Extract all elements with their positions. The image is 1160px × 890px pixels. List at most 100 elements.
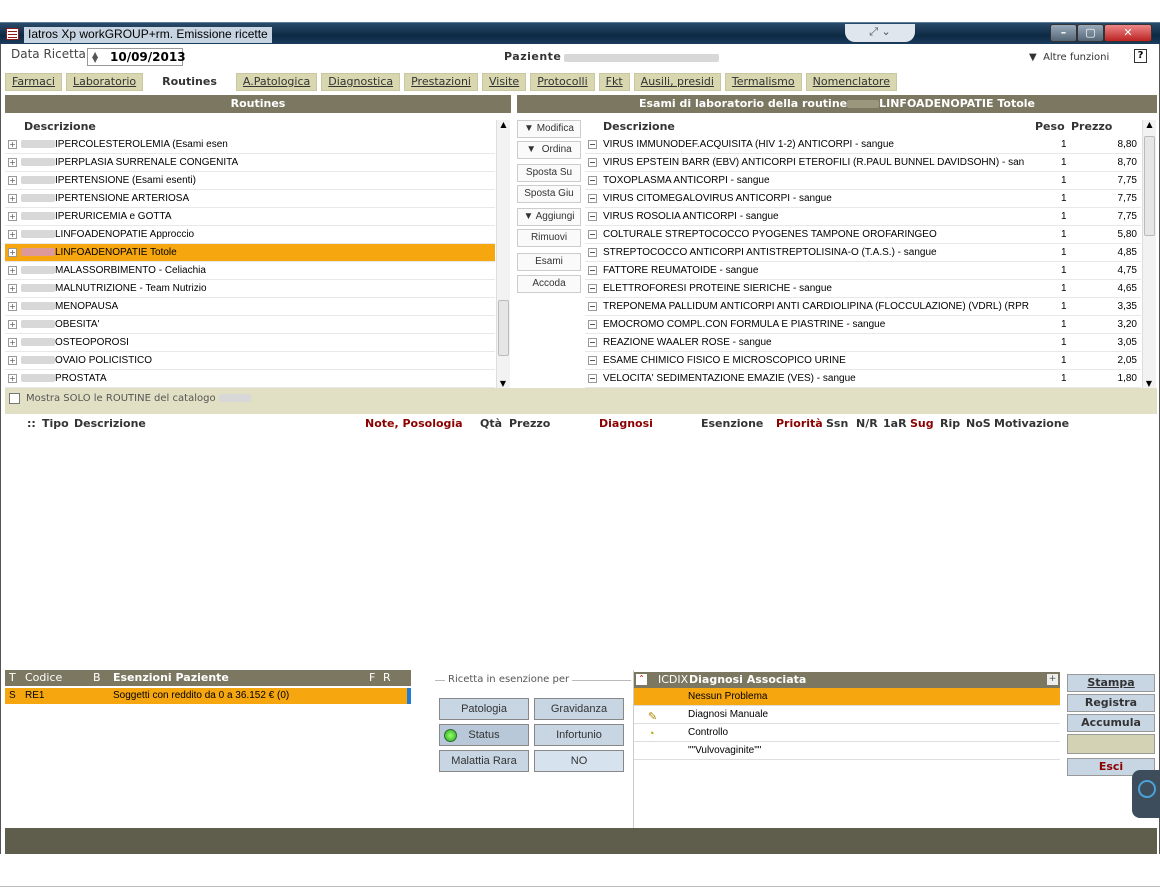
exam-row[interactable]: COLTURALE STREPTOCOCCO PYOGENES TAMPONE …: [585, 226, 1141, 244]
accoda-button[interactable]: Accoda: [517, 275, 581, 293]
exams-col-descrizione[interactable]: Descrizione: [603, 120, 675, 133]
modifica-button[interactable]: ▼ Modifica: [517, 120, 581, 138]
rimuovi-button[interactable]: Rimuovi: [517, 229, 581, 247]
diagnosi-row[interactable]: ◔ Controllo: [634, 724, 1060, 742]
expand-icon[interactable]: +: [8, 284, 17, 293]
tab-fkt[interactable]: Fkt: [598, 73, 630, 91]
collapse-icon[interactable]: [588, 248, 597, 257]
expand-icon[interactable]: +: [8, 266, 17, 275]
diagnosi-row[interactable]: Nessun Problema: [634, 688, 1060, 706]
exam-row[interactable]: VIRUS ROSOLIA ANTICORPI - sangue 1 7,75: [585, 208, 1141, 226]
rx-col-nos[interactable]: NoS: [966, 417, 991, 430]
rx-col-motivazione[interactable]: Motivazione: [994, 417, 1069, 430]
spinner-icon[interactable]: ▲ ▼: [92, 51, 98, 64]
scroll-up-icon[interactable]: ▲: [497, 120, 510, 129]
expand-icon[interactable]: +: [8, 338, 17, 347]
scroll-thumb[interactable]: [1144, 136, 1155, 236]
exams-col-prezzo[interactable]: Prezzo: [1071, 120, 1112, 133]
patologia-button[interactable]: Patologia: [439, 698, 529, 720]
collapse-icon[interactable]: [588, 266, 597, 275]
rx-col-sug[interactable]: Sug: [910, 417, 934, 430]
exam-row[interactable]: TOXOPLASMA ANTICORPI - sangue 1 7,75: [585, 172, 1141, 190]
collapse-icon[interactable]: [588, 230, 597, 239]
tab-visite[interactable]: Visite: [481, 73, 527, 91]
tab-farmaci[interactable]: Farmaci: [5, 73, 62, 91]
exam-row[interactable]: TREPONEMA PALLIDUM ANTICORPI ANTI CARDIO…: [585, 298, 1141, 316]
list-item[interactable]: + PROSTATA: [5, 370, 495, 388]
exams-col-peso[interactable]: Peso: [1035, 120, 1065, 133]
diagnosi-row[interactable]: ""Vulvovaginite"": [634, 742, 1060, 760]
list-item[interactable]: + OSTEOPOROSI: [5, 334, 495, 352]
malattia-rara-button[interactable]: Malattia Rara: [439, 750, 529, 772]
mostra-solo-checkbox[interactable]: [9, 393, 20, 404]
expand-icon[interactable]: +: [8, 158, 17, 167]
no-button[interactable]: NO: [534, 750, 624, 772]
expand-icon[interactable]: +: [8, 194, 17, 203]
collapse-icon[interactable]: [588, 140, 597, 149]
minimize-button[interactable]: –: [1050, 24, 1077, 42]
expand-icon[interactable]: +: [8, 140, 17, 149]
status-button[interactable]: Status: [439, 724, 529, 746]
collapse-icon[interactable]: [588, 158, 597, 167]
list-item[interactable]: + IPERCOLESTEROLEMIA (Esami esen: [5, 136, 495, 154]
esenzione-row[interactable]: S RE1 Soggetti con reddito da 0 a 36.152…: [5, 688, 411, 704]
exam-row[interactable]: EMOCROMO COMPL.CON FORMULA E PIASTRINE -…: [585, 316, 1141, 334]
tab-termalismo[interactable]: Termalismo: [724, 73, 802, 91]
expand-icon[interactable]: +: [1047, 674, 1058, 685]
date-field[interactable]: ▲ ▼ 10/09/2013: [87, 48, 186, 66]
list-item[interactable]: + LINFOADENOPATIE Approccio: [5, 226, 495, 244]
exam-row[interactable]: VELOCITA' SEDIMENTAZIONE EMAZIE (VES) - …: [585, 370, 1141, 388]
rx-col-diagnosi[interactable]: Diagnosi: [599, 417, 653, 430]
exam-row[interactable]: VIRUS IMMUNODEF.ACQUISITA (HIV 1-2) ANTI…: [585, 136, 1141, 154]
exam-row[interactable]: REAZIONE WAALER ROSE - sangue 1 3,05: [585, 334, 1141, 352]
rx-col-nr[interactable]: N/R: [856, 417, 878, 430]
rx-col-note[interactable]: Note, Posologia: [365, 417, 463, 430]
exam-row[interactable]: VIRUS EPSTEIN BARR (EBV) ANTICORPI ETERO…: [585, 154, 1141, 172]
collapse-icon[interactable]: [588, 338, 597, 347]
list-item[interactable]: + IPERTENSIONE ARTERIOSA: [5, 190, 495, 208]
tab-routines[interactable]: Routines: [147, 73, 232, 91]
exam-row[interactable]: VIRUS CITOMEGALOVIRUS ANTICORPI - sangue…: [585, 190, 1141, 208]
list-item[interactable]: + MALASSORBIMENTO - Celiachia: [5, 262, 495, 280]
expand-icon[interactable]: +: [8, 320, 17, 329]
collapse-icon[interactable]: ⌃: [636, 674, 647, 685]
tab-nomenclatore[interactable]: Nomenclatore: [805, 73, 897, 91]
exams-scrollbar[interactable]: ▲ ▼: [1142, 120, 1156, 388]
tab-protocolli[interactable]: Protocolli: [530, 73, 595, 91]
collapse-icon[interactable]: [588, 356, 597, 365]
collapse-icon[interactable]: [588, 374, 597, 383]
infortunio-button[interactable]: Infortunio: [534, 724, 624, 746]
expand-icon[interactable]: +: [8, 248, 17, 257]
routines-scrollbar[interactable]: ▲ ▼: [496, 120, 510, 388]
ordina-button[interactable]: ▼ Ordina: [517, 141, 581, 159]
scroll-up-icon[interactable]: ▲: [1143, 120, 1156, 129]
stampa-button[interactable]: Stampa: [1067, 674, 1155, 692]
exam-row[interactable]: ELETTROFORESI PROTEINE SIERICHE - sangue…: [585, 280, 1141, 298]
scroll-down-icon[interactable]: ▼: [497, 379, 509, 388]
tab-diagnostica[interactable]: Diagnostica: [321, 73, 401, 91]
exam-row[interactable]: ESAME CHIMICO FISICO E MICROSCOPICO URIN…: [585, 352, 1141, 370]
collapse-icon[interactable]: [588, 284, 597, 293]
tab-ausili[interactable]: Ausili, presidi: [633, 73, 721, 91]
expand-icon[interactable]: +: [8, 230, 17, 239]
maximize-button[interactable]: ▢: [1077, 24, 1104, 42]
list-item-selected[interactable]: + LINFOADENOPATIE Totole: [5, 244, 495, 262]
expand-icon[interactable]: +: [8, 302, 17, 311]
rx-col-ssn[interactable]: Ssn: [826, 417, 848, 430]
tab-prestazioni[interactable]: Prestazioni: [404, 73, 478, 91]
list-item[interactable]: + IPERPLASIA SURRENALE CONGENITA: [5, 154, 495, 172]
collapse-icon[interactable]: [588, 176, 597, 185]
altre-funzioni-menu[interactable]: ▼ Altre funzioni: [1029, 52, 1109, 63]
collapse-icon[interactable]: [588, 302, 597, 311]
titlebar-options-icon[interactable]: ⤢ ⌄: [845, 24, 915, 42]
rx-col-tipo[interactable]: Tipo: [42, 417, 69, 430]
expand-icon[interactable]: +: [8, 176, 17, 185]
accumula-button[interactable]: Accumula: [1067, 714, 1155, 732]
list-item[interactable]: + MENOPAUSA: [5, 298, 495, 316]
rx-col-descrizione[interactable]: Descrizione: [74, 417, 146, 430]
scroll-thumb[interactable]: [498, 300, 509, 356]
expand-icon[interactable]: +: [8, 356, 17, 365]
expand-icon[interactable]: +: [8, 212, 17, 221]
collapse-icon[interactable]: [588, 212, 597, 221]
esami-button[interactable]: Esami: [517, 253, 581, 271]
